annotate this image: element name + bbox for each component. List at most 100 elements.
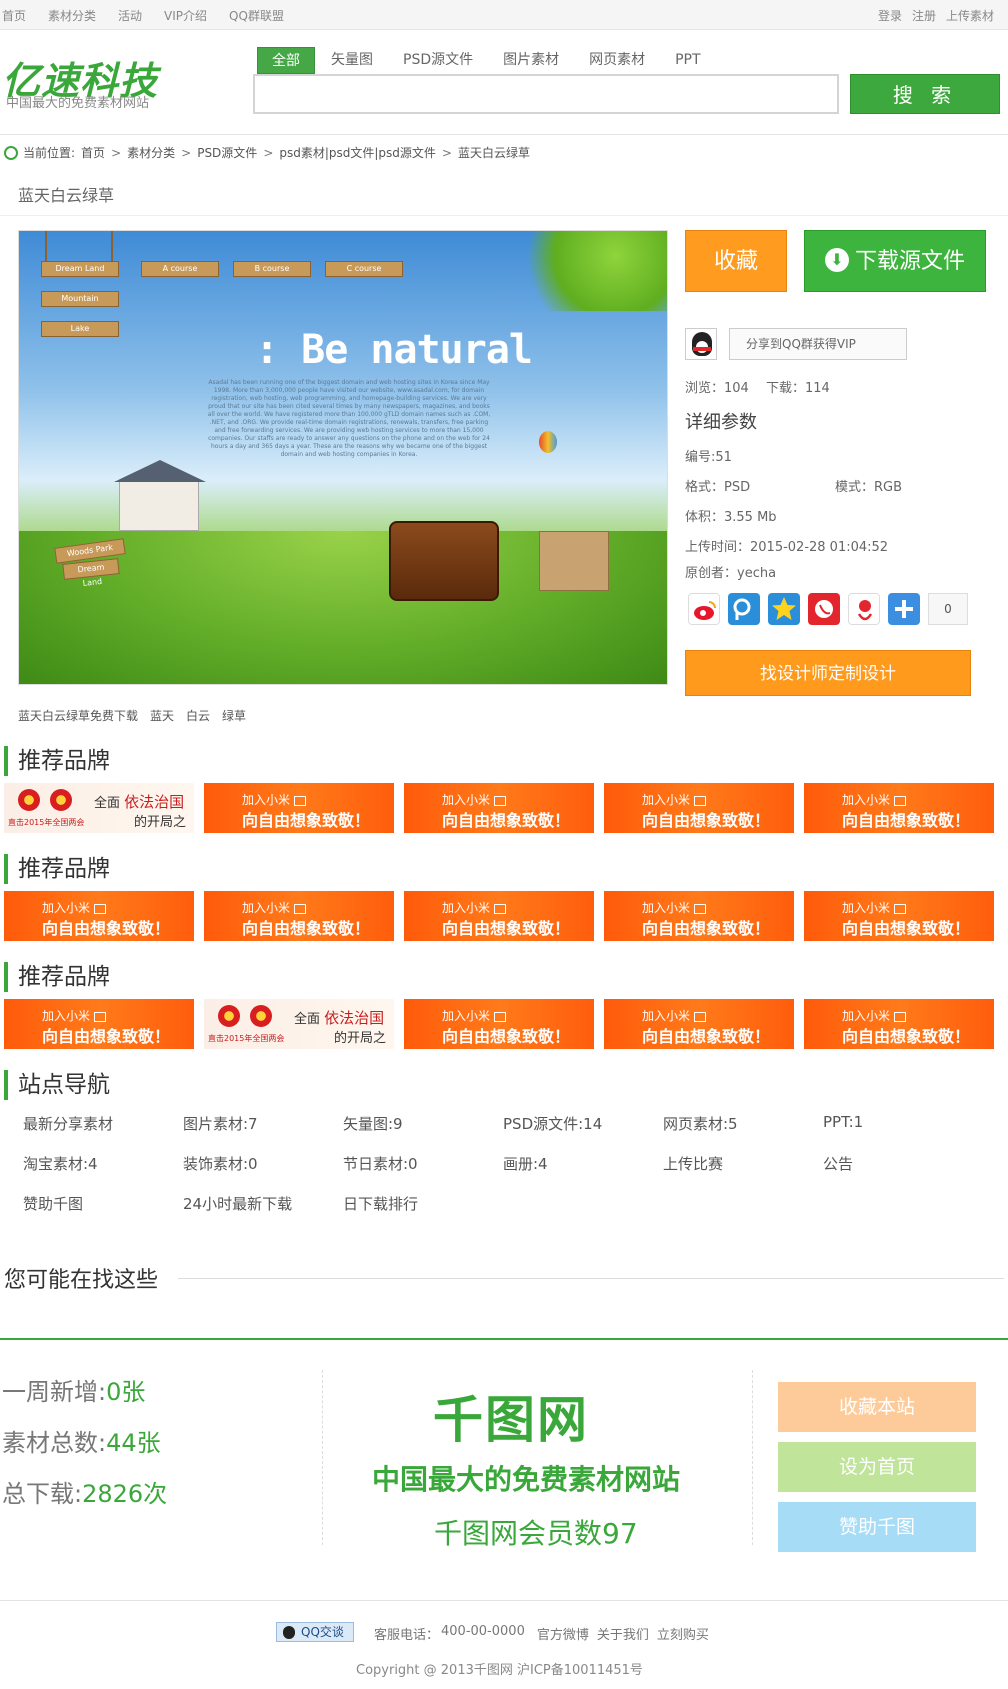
section-title-brands: 推荐品牌 [4,962,110,992]
brand-banner-xiaomi[interactable]: 加入小米 向自由想象致敬！ [404,999,594,1049]
preview-boxes [539,531,609,591]
tag-item[interactable]: 白云 [186,707,210,724]
set-homepage-button[interactable]: 设为首页 [778,1442,976,1492]
brand-banner-xiaomi[interactable]: 加入小米 向自由想象致敬！ [4,999,194,1049]
breadcrumb-home[interactable]: 首页 [81,144,105,161]
qzone-icon[interactable] [768,593,800,625]
brand-banner-xiaomi[interactable]: 加入小米 向自由想象致敬！ [4,891,194,941]
param-format: 格式：PSD [685,480,751,495]
breadcrumb: 当前位置: 首页 > 素材分类 > PSD源文件 > psd素材|psd文件|p… [4,144,530,161]
qq-chat-button[interactable]: QQ交谈 [276,1622,354,1642]
nav-link[interactable]: 淘宝素材:4 [23,1153,98,1174]
qq-share-button[interactable]: 分享到QQ群获得VIP [729,328,907,360]
tencent-weibo-icon[interactable] [728,593,760,625]
service-phone-label: 客服电话： [374,1628,440,1643]
brand-banner-xiaomi[interactable]: 加入小米 向自由想象致敬！ [604,999,794,1049]
breadcrumb-categories[interactable]: 素材分类 [127,144,175,161]
gov-text-1: 全面 依法治国 [294,1009,385,1027]
search-tab-ppt[interactable]: PPT [661,47,714,74]
param-author: 原创者：yecha [685,566,777,581]
nav-link[interactable]: 24小时最新下载 [183,1193,292,1214]
footer-separator [322,1370,323,1545]
tag-item[interactable]: 蓝天 [150,707,174,724]
custom-design-button[interactable]: 找设计师定制设计 [685,650,971,696]
official-weibo-link[interactable]: 官方微博 [537,1624,589,1643]
more-plus-icon[interactable] [888,593,920,625]
mi-logo-icon [94,903,107,914]
brand-banner-xiaomi[interactable]: 加入小米 向自由想象致敬！ [404,783,594,833]
footer-separator [752,1370,753,1545]
views-count: 104 [724,381,749,396]
search-tab-all[interactable]: 全部 [257,47,315,74]
top-link-qq-group[interactable]: QQ群联盟 [229,7,284,24]
breadcrumb-separator-icon: > [111,145,122,160]
party-emblem-icon [250,1005,272,1027]
preview-sign: Mountain [41,291,119,307]
brand-banner-xiaomi[interactable]: 加入小米 向自由想象致敬！ [804,891,994,941]
renren-icon[interactable] [808,593,840,625]
brand-banner-xiaomi[interactable]: 加入小米 向自由想象致敬！ [604,783,794,833]
top-link-vip[interactable]: VIP介绍 [164,7,207,24]
brand-banner-gov[interactable]: 全面 依法治国 的开局之 直击2015年全国两会 [4,783,194,833]
nav-link[interactable]: 装饰素材:0 [183,1153,258,1174]
bookmark-site-button[interactable]: 收藏本站 [778,1382,976,1432]
search-input[interactable] [253,74,839,114]
top-link-events[interactable]: 活动 [118,7,142,24]
site-tagline: 中国最大的免费素材网站 [6,96,150,111]
mi-logo-icon [894,795,907,806]
section-title-brands: 推荐品牌 [4,746,110,776]
buy-now-link[interactable]: 立刻购买 [657,1624,709,1643]
brand-banner-xiaomi[interactable]: 加入小米 向自由想象致敬！ [604,891,794,941]
tag-free-download[interactable]: 蓝天白云绿草免费下载 [18,707,138,724]
nav-link[interactable]: 图片素材:7 [183,1113,258,1134]
nav-link[interactable]: 日下载排行 [343,1193,418,1214]
mi-logo-icon [494,1011,507,1022]
brand-banner-xiaomi[interactable]: 加入小米 向自由想象致敬！ [204,783,394,833]
mi-logo-icon [694,903,707,914]
kaixin-icon[interactable] [848,593,880,625]
search-tab-psd[interactable]: PSD源文件 [389,47,487,74]
search-tab-images[interactable]: 图片素材 [489,47,573,74]
brand-banner-xiaomi[interactable]: 加入小米 向自由想象致敬！ [404,891,594,941]
brand-banner-xiaomi[interactable]: 加入小米 向自由想象致敬！ [804,999,994,1049]
about-us-link[interactable]: 关于我们 [597,1624,649,1643]
sponsor-button[interactable]: 赞助千图 [778,1502,976,1552]
search-button[interactable]: 搜 索 [850,74,1000,114]
nav-link[interactable]: 网页素材:5 [663,1113,738,1134]
weibo-icon[interactable] [688,593,720,625]
download-button[interactable]: ⬇ 下载源文件 [804,230,986,292]
favorite-button[interactable]: 收藏 [685,230,787,292]
brand-banner-xiaomi[interactable]: 加入小米 向自由想象致敬！ [804,783,994,833]
nav-link[interactable]: 画册:4 [503,1153,548,1174]
brand-banner-xiaomi[interactable]: 加入小米 向自由想象致敬！ [204,891,394,941]
search-tab-vector[interactable]: 矢量图 [317,47,387,74]
breadcrumb-psd-material[interactable]: psd素材|psd文件|psd源文件 [279,144,436,161]
nav-link[interactable]: 节日素材:0 [343,1153,418,1174]
breadcrumb-separator-icon: > [263,145,274,160]
login-link[interactable]: 登录 [878,7,902,24]
preview-sign: A course [141,261,219,277]
gov-text-1: 全面 依法治国 [94,793,185,811]
search-tab-web[interactable]: 网页素材 [575,47,659,74]
total-assets-stat: 素材总数:44张 [2,1429,161,1457]
nav-link[interactable]: 上传比赛 [663,1153,723,1174]
top-link-home[interactable]: 首页 [2,7,26,24]
qq-penguin-icon[interactable] [685,328,717,360]
search-tabs: 全部 矢量图 PSD源文件 图片素材 网页素材 PPT [257,47,717,74]
tag-item[interactable]: 绿草 [222,707,246,724]
brand-banner-gov[interactable]: 全面 依法治国 的开局之 直击2015年全国两会 [204,999,394,1049]
nav-link[interactable]: 公告 [823,1153,853,1174]
param-size: 体积：3.55 Mb [685,510,777,525]
top-link-categories[interactable]: 素材分类 [48,7,96,24]
nav-link[interactable]: 赞助千图 [23,1193,83,1214]
preview-headline: : Be natural [255,327,533,373]
preview-image[interactable]: Dream Land A course B course C course Mo… [18,230,668,685]
footer-member-count: 千图网会员数97 [434,1517,638,1550]
breadcrumb-psd[interactable]: PSD源文件 [197,144,257,161]
nav-link[interactable]: PSD源文件:14 [503,1113,602,1134]
nav-link[interactable]: 矢量图:9 [343,1113,403,1134]
nav-link[interactable]: PPT:1 [823,1113,863,1131]
nav-link[interactable]: 最新分享素材 [23,1113,113,1134]
upload-link[interactable]: 上传素材 [946,7,994,24]
register-link[interactable]: 注册 [912,7,936,24]
